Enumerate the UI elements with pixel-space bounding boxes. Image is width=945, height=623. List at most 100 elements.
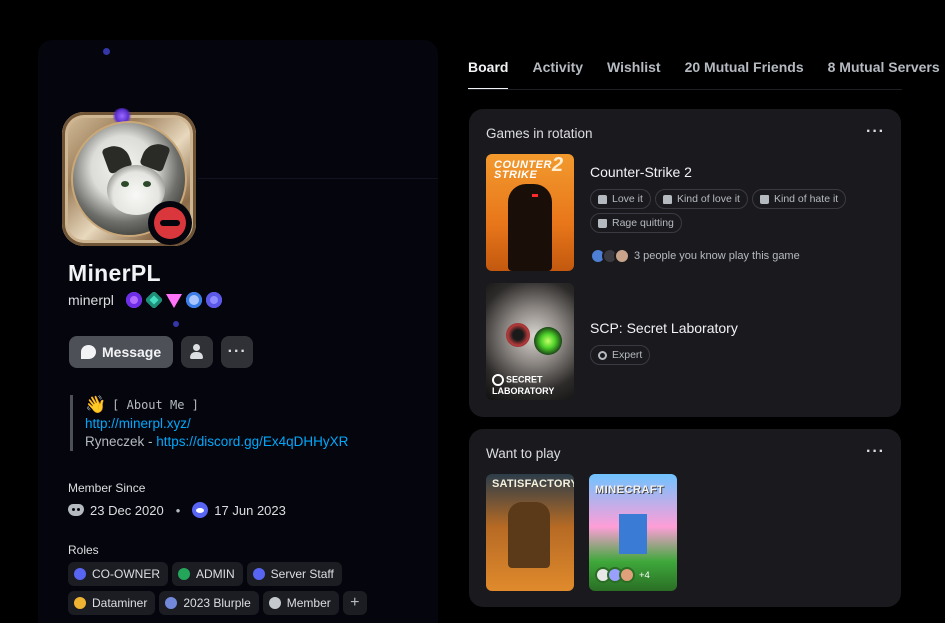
- chat-bubble-icon: [81, 345, 96, 359]
- banner-decoration: [173, 321, 179, 327]
- roles-label: Roles: [68, 543, 99, 557]
- discord-member-date: 23 Dec 2020: [90, 502, 164, 518]
- game-cover-counter-strike-2[interactable]: COUNTER STRIKE 2: [486, 154, 574, 271]
- tab-mutual-servers[interactable]: 8 Mutual Servers: [828, 59, 940, 91]
- thumbs-down-icon: [759, 194, 769, 204]
- game-cover-satisfactory[interactable]: SATISFACTORY: [486, 474, 574, 591]
- game-cover-scp-secret-laboratory[interactable]: SECRET LABORATORY: [486, 283, 574, 400]
- add-role-button[interactable]: +: [342, 591, 367, 615]
- role-pill[interactable]: Server Staff: [246, 562, 342, 586]
- friends-playing-text: 3 people you know play this game: [634, 250, 800, 262]
- tag-pill[interactable]: Rage quitting: [590, 213, 682, 233]
- games-in-rotation-card: Games in rotation ··· COUNTER STRIKE 2 Co…: [469, 109, 901, 417]
- game-tags: Expert: [590, 345, 880, 365]
- role-color-dot: [74, 597, 86, 609]
- tag-label: Kind of hate it: [773, 193, 839, 205]
- more-options-button[interactable]: ···: [221, 336, 254, 368]
- tab-wishlist[interactable]: Wishlist: [607, 59, 661, 91]
- banner-divider: [198, 178, 438, 179]
- game-cover-logo: MINECRAFT: [595, 484, 665, 496]
- role-color-dot: [178, 568, 190, 580]
- about-me-invite-link[interactable]: https://discord.gg/Ex4qDHHyXR: [156, 434, 348, 449]
- nitro-badge-icon[interactable]: [125, 292, 142, 308]
- separator-dot: •: [175, 502, 181, 518]
- game-cover-minecraft[interactable]: MINECRAFT +4: [589, 474, 677, 591]
- avatar[interactable]: [62, 108, 196, 246]
- cover-artwork: [506, 323, 530, 347]
- tag-label: Expert: [612, 349, 643, 361]
- role-name: 2023 Blurple: [183, 596, 251, 610]
- role-color-dot: [74, 568, 86, 580]
- tag-label: Rage quitting: [612, 217, 674, 229]
- game-name[interactable]: SCP: Secret Laboratory: [590, 320, 738, 336]
- message-button[interactable]: Message: [69, 336, 174, 368]
- hypesquad-badge-icon[interactable]: [144, 290, 163, 310]
- want-to-play-card: Want to play ··· SATISFACTORY MINECRAFT …: [469, 429, 901, 607]
- member-since-label: Member Since: [68, 481, 146, 495]
- about-me-server-line: Ryneczek - https://discord.gg/Ex4qDHHyXR: [85, 433, 400, 451]
- friend-avatar: [614, 248, 630, 264]
- role-name: CO-OWNER: [92, 567, 160, 581]
- tag-label: Love it: [612, 193, 643, 205]
- tag-pill[interactable]: Kind of love it: [654, 189, 748, 209]
- game-tags: Love it Kind of love it Kind of hate it …: [590, 189, 880, 233]
- profile-actions: Message ···: [69, 336, 254, 368]
- about-me-heading: 👋 [ About Me ]: [85, 395, 400, 415]
- cover-artwork: [619, 514, 647, 554]
- message-button-label: Message: [102, 344, 162, 360]
- about-me-server-prefix: Ryneczek -: [85, 434, 157, 449]
- role-color-dot: [252, 568, 265, 580]
- tag-pill[interactable]: Love it: [590, 189, 651, 209]
- profile-panel: MinerPL minerpl Message ··· 👋 [ About Me…: [38, 40, 438, 623]
- display-name: MinerPL: [68, 260, 161, 286]
- status-dnd-icon: [148, 201, 192, 245]
- role-pill[interactable]: Member: [262, 591, 339, 615]
- role-name: Member: [286, 596, 331, 610]
- role-pill[interactable]: 2023 Blurple: [159, 591, 259, 615]
- quest-badge-icon[interactable]: [205, 292, 222, 308]
- game-cover-logo: SATISFACTORY: [492, 478, 574, 490]
- tag-pill[interactable]: Kind of hate it: [751, 189, 847, 209]
- role-name: ADMIN: [196, 567, 235, 581]
- thumbs-up-icon: [598, 194, 607, 204]
- game-cover-logo: SECRET LABORATORY: [492, 374, 555, 396]
- tab-mutual-friends[interactable]: 20 Mutual Friends: [685, 59, 804, 91]
- friend-avatar: [619, 567, 635, 583]
- role-color-dot: [268, 597, 281, 609]
- member-since-row: 23 Dec 2020 • 17 Jun 2023: [68, 502, 286, 518]
- tag-label: Kind of love it: [676, 193, 740, 205]
- game-name[interactable]: Counter-Strike 2: [590, 164, 692, 180]
- boost-badge-icon[interactable]: [185, 292, 202, 308]
- role-name: Dataminer: [92, 596, 148, 610]
- role-pill[interactable]: CO-OWNER: [68, 562, 168, 586]
- about-me-website-link[interactable]: http://minerpl.xyz/: [85, 415, 400, 433]
- card-more-button[interactable]: ···: [866, 443, 885, 461]
- game-cover-logo: COUNTER STRIKE 2: [494, 154, 564, 181]
- friends-playing-row[interactable]: 3 people you know play this game: [590, 248, 800, 264]
- cover-artwork: [534, 327, 562, 355]
- avatar-cat-eye: [121, 181, 129, 187]
- banner-decoration: [103, 48, 110, 55]
- cover-artwork: [508, 502, 550, 568]
- card-more-button[interactable]: ···: [866, 123, 885, 141]
- role-pill[interactable]: Dataminer: [68, 591, 156, 615]
- gem-badge-icon[interactable]: [165, 294, 182, 308]
- username[interactable]: minerpl: [68, 292, 114, 308]
- friend-icon: [189, 344, 205, 360]
- friend-status-button[interactable]: [181, 336, 214, 368]
- medal-icon: [598, 350, 607, 360]
- cover-artwork: [532, 194, 538, 197]
- profile-tabs: Board Activity Wishlist 20 Mutual Friend…: [468, 59, 940, 91]
- cover-artwork: [508, 184, 552, 271]
- waving-hand-icon: 👋: [85, 395, 107, 415]
- tab-board[interactable]: Board: [468, 59, 509, 91]
- role-color-dot: [165, 597, 178, 609]
- server-member-date: 17 Jun 2023: [214, 502, 286, 518]
- tag-pill[interactable]: Expert: [590, 345, 651, 365]
- server-icon: [192, 502, 209, 518]
- friends-playing-row: +4: [595, 567, 650, 583]
- more-icon: ···: [227, 343, 247, 360]
- tab-activity[interactable]: Activity: [532, 59, 583, 91]
- role-pill[interactable]: ADMIN: [172, 562, 243, 586]
- about-me: 👋 [ About Me ] http://minerpl.xyz/ Rynec…: [70, 395, 400, 451]
